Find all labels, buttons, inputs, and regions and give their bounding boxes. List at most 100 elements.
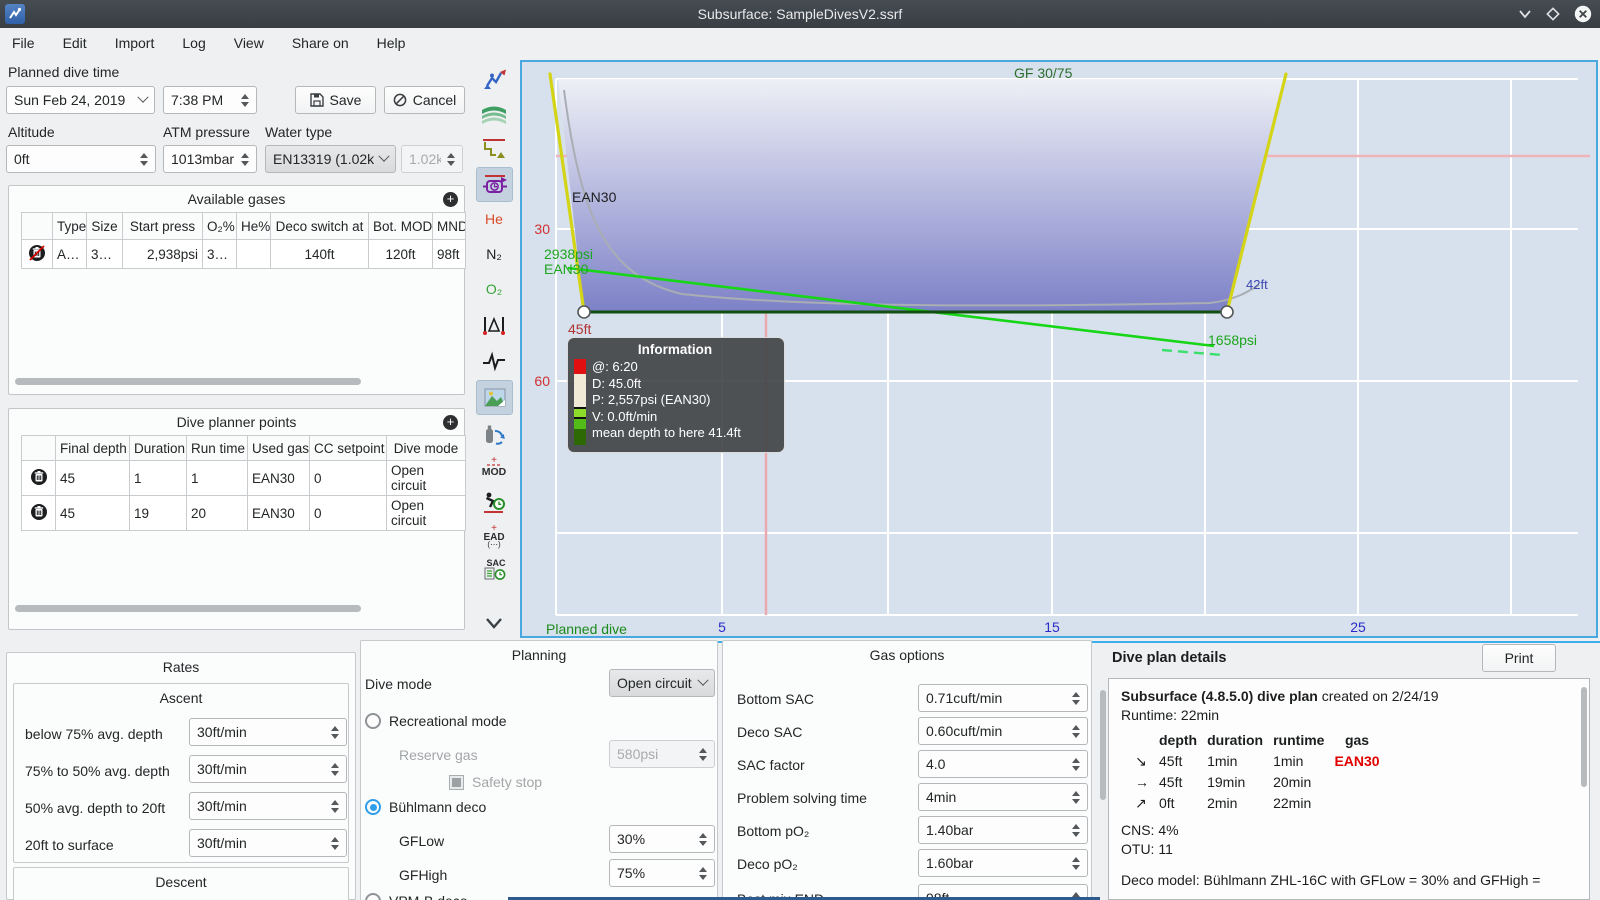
toolbar-gas-change-icon[interactable] <box>476 417 511 450</box>
bottom-sac-spinner[interactable]: 0.71cuft/min <box>918 684 1088 712</box>
toolbar-ead-icon[interactable]: + EAD (⋯) <box>476 519 511 552</box>
toolbar-sac-icon[interactable]: SAC <box>476 553 511 586</box>
radio-unchecked-icon[interactable] <box>365 713 381 729</box>
cell-run-time[interactable]: 1 <box>186 460 248 496</box>
details-vscrollbar[interactable] <box>1100 690 1106 800</box>
toolbar-water-layers-icon[interactable] <box>476 97 511 130</box>
dive-profile-chart[interactable]: GF 30/75 EAN30 2938psi EAN30 45ft 42ft 1… <box>520 60 1598 638</box>
information-tooltip[interactable]: Information @: 6:20 D: 45.0ft P: 2,557ps… <box>567 337 785 453</box>
delete-point-icon[interactable] <box>30 468 48 486</box>
ascent-rate-4-spinner[interactable]: 30ft/min <box>189 829 347 857</box>
menu-help[interactable]: Help <box>377 35 406 51</box>
menu-share-on[interactable]: Share on <box>292 35 349 51</box>
toolbar-o2-graph-icon[interactable]: O₂ <box>476 272 511 305</box>
titlebar[interactable]: Subsurface: SampleDivesV2.ssrf <box>0 0 1600 28</box>
toolbar-mod-icon[interactable]: + MOD <box>476 450 511 483</box>
dive-planner-points-title: Dive planner points <box>176 414 297 430</box>
cell-duration[interactable]: 19 <box>129 495 187 531</box>
tooltip-depth: D: 45.0ft <box>592 375 642 391</box>
gflow-label: GFLow <box>399 833 445 849</box>
available-gases-title: Available gases <box>187 191 286 207</box>
save-button[interactable]: Save <box>295 86 376 114</box>
cell-duration[interactable]: 1 <box>129 460 187 496</box>
gfhigh-label: GFHigh <box>399 867 448 883</box>
cell-used-gas[interactable]: EAN30 <box>247 495 310 531</box>
cancel-button[interactable]: Cancel <box>384 86 465 114</box>
cell-start-press[interactable]: 2,938psi <box>122 239 203 269</box>
available-gases-panel: Available gases + Type Size Start press … <box>8 185 466 395</box>
gfhigh-spinner[interactable]: 75% <box>609 859 715 887</box>
toolbar-ascent-rate-icon[interactable] <box>476 62 511 95</box>
cell-run-time[interactable]: 20 <box>186 495 248 531</box>
minimize-icon[interactable] <box>1518 7 1532 21</box>
cell-cc-setpoint[interactable]: 0 <box>309 460 387 496</box>
menu-view[interactable]: View <box>234 35 264 51</box>
menu-file[interactable]: File <box>12 35 35 51</box>
dive-plan-text-box[interactable]: Subsurface (4.8.5.0) dive plan created o… <box>1108 678 1590 900</box>
cell-used-gas[interactable]: EAN30 <box>247 460 310 496</box>
details-inner-scrollbar[interactable] <box>1581 687 1587 787</box>
dive-mode-combo[interactable]: Open circuit <box>609 669 715 697</box>
menu-import[interactable]: Import <box>115 35 155 51</box>
ascent-rate-2-spinner[interactable]: 30ft/min <box>189 755 347 783</box>
deco-sac-spinner[interactable]: 0.60cuft/min <box>918 717 1088 745</box>
toolbar-heartrate-icon[interactable] <box>476 344 511 377</box>
close-icon[interactable] <box>1574 5 1592 23</box>
toolbar-he-graph-icon[interactable]: He <box>476 202 511 235</box>
profile-handle-end[interactable] <box>1220 305 1234 319</box>
col-bot-mod: Bot. MOD <box>368 212 433 240</box>
cell-deco-switch[interactable]: 140ft <box>270 239 369 269</box>
toolbar-ceiling-icon[interactable] <box>476 132 511 165</box>
add-point-button[interactable]: + <box>443 415 458 430</box>
bottom-po2-spinner[interactable]: 1.40bar <box>918 816 1088 844</box>
radio-checked-icon[interactable] <box>365 799 381 815</box>
atm-pressure-spinner[interactable]: 1013mbar <box>163 145 257 173</box>
cell-mnd[interactable]: 98ft <box>432 239 466 269</box>
add-gas-button[interactable]: + <box>443 192 458 207</box>
toolbar-n2-graph-icon[interactable]: N₂ <box>476 237 511 270</box>
problem-solving-time-spinner[interactable]: 4min <box>918 783 1088 811</box>
cell-dive-mode[interactable]: Open circuit <box>386 460 466 496</box>
deco-po2-label: Deco pO₂ <box>737 856 798 872</box>
toolbar-ndl-icon[interactable] <box>476 485 511 518</box>
maximize-icon[interactable] <box>1546 7 1560 21</box>
cell-bot-mod[interactable]: 120ft <box>368 239 433 269</box>
dive-date-combo[interactable]: Sun Feb 24, 2019 <box>6 86 155 114</box>
descent-arrow: ↘ <box>1135 753 1147 769</box>
profile-handle-start[interactable] <box>577 305 591 319</box>
window-title: Subsurface: SampleDivesV2.ssrf <box>697 6 903 22</box>
cell-he[interactable] <box>236 239 271 269</box>
ascent-rate-3-spinner[interactable]: 30ft/min <box>189 792 347 820</box>
cell-o2[interactable]: 3… <box>202 239 237 269</box>
print-button[interactable]: Print <box>1482 644 1556 672</box>
time-tick-25: 25 <box>1350 619 1366 635</box>
sac-factor-spinner[interactable]: 4.0 <box>918 750 1088 778</box>
dive-time-spinner[interactable]: 7:38 PM <box>163 86 257 114</box>
cell-type[interactable]: A… <box>52 239 87 269</box>
gflow-spinner[interactable]: 30% <box>609 825 715 853</box>
radio-unchecked-icon[interactable] <box>365 893 381 900</box>
cell-size[interactable]: 3… <box>86 239 123 269</box>
plan-deco-model: Deco model: Bühlmann ZHL-16C with GFLow … <box>1121 872 1541 888</box>
recreational-mode-radio-row[interactable]: Recreational mode <box>365 713 507 729</box>
toolbar-tissue-delta-icon[interactable] <box>476 307 511 340</box>
delete-point-icon[interactable] <box>30 503 48 521</box>
cell-cc-setpoint[interactable]: 0 <box>309 495 387 531</box>
toolbar-calculated-ceiling-icon[interactable] <box>476 167 513 202</box>
cell-final-depth[interactable]: 45 <box>55 495 130 531</box>
vpmb-deco-radio-row[interactable]: VPM-B deco <box>365 893 468 900</box>
water-type-combo[interactable]: EN13319 (1.02k <box>265 145 396 173</box>
cell-final-depth[interactable]: 45 <box>55 460 130 496</box>
points-hscrollbar[interactable] <box>15 605 361 612</box>
toolbar-photos-icon[interactable] <box>476 380 513 415</box>
buhlmann-deco-radio-row[interactable]: Bühlmann deco <box>365 799 486 815</box>
menu-log[interactable]: Log <box>182 35 205 51</box>
altitude-spinner[interactable]: 0ft <box>6 145 156 173</box>
delete-gas-disabled-icon[interactable] <box>28 244 46 262</box>
cell-dive-mode[interactable]: Open circuit <box>386 495 466 531</box>
gases-hscrollbar[interactable] <box>15 378 361 385</box>
menu-edit[interactable]: Edit <box>63 35 87 51</box>
deco-po2-spinner[interactable]: 1.60bar <box>918 849 1088 877</box>
ascent-rate-1-spinner[interactable]: 30ft/min <box>189 718 347 746</box>
toolbar-scroll-down-icon[interactable] <box>476 605 511 638</box>
